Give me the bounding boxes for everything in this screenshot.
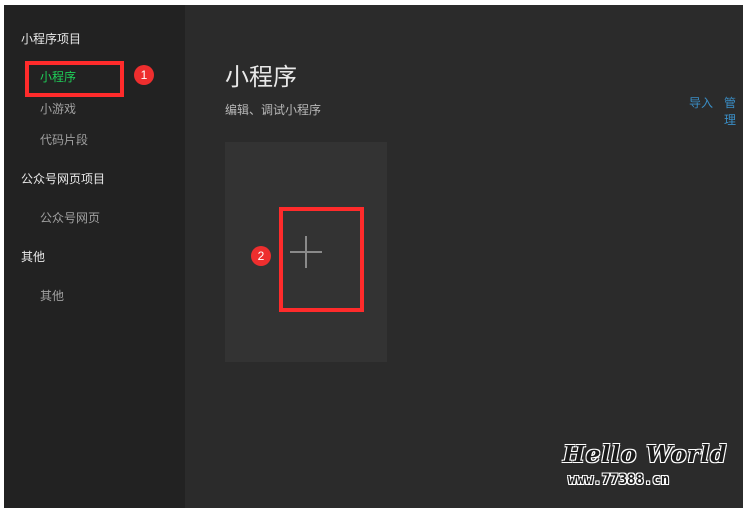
sidebar-item-minigame[interactable]: 小游戏: [40, 100, 76, 117]
group-title-official-account-projects: 公众号网页项目: [21, 172, 106, 186]
manage-link[interactable]: 管理: [724, 94, 743, 128]
highlight-box-miniprogram: [25, 61, 124, 97]
import-link[interactable]: 导入: [689, 94, 713, 111]
watermark-title: Hello World: [563, 441, 728, 468]
group-title-other: 其他: [21, 250, 46, 264]
group-title-miniprogram-projects: 小程序项目: [21, 32, 82, 46]
page-title: 小程序: [225, 63, 297, 91]
highlight-box-add: [279, 207, 364, 312]
step-badge-2: 2: [251, 246, 271, 266]
sidebar-item-other[interactable]: 其他: [40, 287, 64, 304]
page-subtitle: 编辑、调试小程序: [225, 103, 322, 117]
sidebar-item-official-account-web[interactable]: 公众号网页: [40, 209, 100, 226]
watermark-url: www.77388.cn: [568, 472, 670, 488]
sidebar-item-code-snippet[interactable]: 代码片段: [40, 131, 88, 148]
step-badge-1: 1: [134, 65, 154, 85]
